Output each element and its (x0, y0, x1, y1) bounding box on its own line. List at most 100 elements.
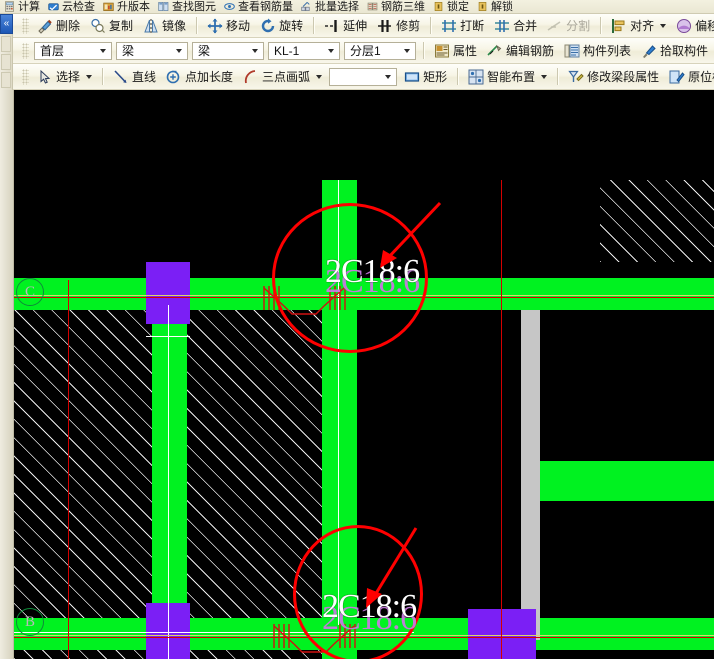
point-length-icon (166, 70, 180, 83)
pick-component-button[interactable]: 拾取构件 (637, 42, 712, 60)
calculator-icon (5, 1, 14, 12)
in-place-annotation-button[interactable]: 原位标注 (665, 68, 714, 86)
mirror-icon (144, 18, 158, 33)
chevron-down-icon[interactable] (541, 74, 548, 79)
floor-select[interactable]: 首层 (34, 41, 112, 60)
layer-select-value: 分层1 (350, 44, 381, 58)
move-button[interactable]: 移动 (203, 17, 254, 35)
chevron-down-icon[interactable] (172, 43, 185, 59)
copy-button[interactable]: 复制 (86, 17, 137, 35)
component-type-select[interactable]: 梁 (192, 41, 264, 60)
edit-rebar-button[interactable]: 编辑钢筋 (483, 42, 558, 60)
toolbar-item-cloud-check[interactable]: 云检查 (45, 0, 98, 13)
cloud-check-icon (48, 3, 59, 11)
toolbar-separator (430, 17, 432, 34)
line-tool-button[interactable]: 直线 (109, 68, 160, 86)
select-tool-button[interactable]: 选择 (33, 68, 96, 86)
toolbar-item-unlock[interactable]: 解锁 (474, 0, 516, 13)
button-label: 合并 (513, 18, 538, 33)
layer-select[interactable]: 分层1 (344, 41, 416, 60)
toolbar-separator (196, 17, 198, 34)
toolbar-item-label: 查看钢筋量 (238, 0, 293, 13)
split-button[interactable]: 分割 (543, 17, 594, 35)
chevron-down-icon[interactable] (316, 74, 323, 79)
chevron-down-icon[interactable] (86, 74, 93, 79)
button-label: 拾取构件 (660, 43, 709, 58)
component-list-button[interactable]: 构件列表 (560, 42, 635, 60)
edit-beam-segment-button[interactable]: 修改梁段属性 (564, 68, 663, 86)
toolbar-draw[interactable]: 选择 直线 点加长度 三点画弧 矩形 智能布置 修改梁段属性 原位 (0, 64, 714, 90)
toolbar-grip[interactable] (22, 68, 29, 85)
trim-button[interactable]: 修剪 (373, 17, 424, 35)
unlock-icon (478, 2, 487, 11)
toolbar-item-view-rebar-qty[interactable]: 查看钢筋量 (221, 0, 296, 13)
chevron-down-icon[interactable] (324, 43, 337, 59)
component-name-select[interactable]: KL-1 (268, 41, 340, 60)
break-icon (442, 19, 457, 32)
toolbar-component-context[interactable]: 首层 梁 梁 KL-1 分层1 属性 编辑钢筋 构件列表 拾取构件 (0, 38, 714, 64)
merge-button[interactable]: 合并 (490, 17, 541, 35)
left-dock-slot[interactable] (1, 36, 11, 52)
line-icon (114, 69, 127, 83)
button-label: 复制 (109, 18, 134, 33)
toolbar-item-rebar-3d[interactable]: 钢筋三维 (364, 0, 428, 13)
rebar-label-upper: 2C18:6 (325, 253, 420, 290)
beam-horizontal-right-stub[interactable] (536, 461, 714, 501)
component-type-value: 梁 (198, 44, 211, 58)
drawing-canvas[interactable]: 2C18:6 2C18:6 2C18:6 2C18:6 C B (0, 90, 714, 659)
toolbar-grip[interactable] (22, 17, 29, 34)
button-label: 分割 (566, 18, 591, 33)
component-name-value: KL-1 (274, 43, 300, 58)
rotate-icon (261, 18, 275, 32)
axis-bubble-label: B (24, 613, 35, 630)
rectangle-tool-button[interactable]: 矩形 (400, 68, 451, 86)
break-button[interactable]: 打断 (437, 17, 488, 35)
toolbar-item-label: 钢筋三维 (381, 0, 425, 13)
rotate-button[interactable]: 旋转 (256, 17, 307, 35)
chevron-down-icon[interactable] (96, 43, 109, 59)
button-label: 删除 (56, 18, 81, 33)
draw-mode-select[interactable] (329, 67, 398, 86)
wall-vertical-grey[interactable] (521, 310, 540, 640)
category-select[interactable]: 梁 (116, 41, 188, 60)
left-dock-slot[interactable] (1, 72, 11, 88)
chevron-down-icon[interactable] (400, 43, 413, 59)
chevron-left-icon: « (3, 18, 10, 29)
toolbar-item-upgrade[interactable]: 升版本 (100, 0, 153, 13)
toolbar-item-find-element[interactable]: 查找图元 (155, 0, 219, 13)
axis-line-vertical-1 (68, 280, 69, 659)
delete-button[interactable]: 删除 (33, 17, 84, 35)
axis-bubble-c[interactable]: C (16, 278, 44, 306)
extend-button[interactable]: 延伸 (320, 17, 371, 35)
toolbar-edit[interactable]: 删除 复制 镜像 移动 旋转 延伸 修剪 打断 合并 分割 对齐 偏 (0, 14, 714, 38)
properties-button[interactable]: 属性 (430, 42, 481, 60)
left-dock-rail[interactable] (0, 34, 13, 90)
chevron-down-icon[interactable] (248, 43, 261, 59)
split-icon (547, 20, 561, 31)
panel-collapse-toggle[interactable]: « (0, 14, 13, 34)
column-lower-right[interactable] (468, 609, 536, 659)
find-element-icon (158, 2, 169, 11)
offset-button[interactable]: 偏移 (672, 17, 714, 35)
left-dock-slot[interactable] (1, 54, 11, 70)
toolbar-item-calculate[interactable]: 计算 (1, 0, 43, 13)
button-label: 延伸 (343, 18, 368, 33)
smart-layout-button[interactable]: 智能布置 (464, 68, 551, 86)
chevron-down-icon[interactable] (660, 23, 667, 28)
toolbar-quick-access[interactable]: 计算 云检查 升版本 查找图元 查看钢筋量 批量选择 钢筋三维 锁定 解锁 (0, 0, 714, 14)
button-label: 移动 (226, 18, 251, 33)
align-icon (612, 18, 625, 33)
chevron-down-icon[interactable] (381, 69, 394, 85)
toolbar-item-batch-select[interactable]: 批量选择 (298, 0, 362, 13)
component-list-icon (564, 44, 580, 57)
properties-icon (435, 44, 449, 57)
point-length-tool-button[interactable]: 点加长度 (162, 68, 237, 86)
three-point-arc-button[interactable]: 三点画弧 (239, 68, 326, 86)
align-button[interactable]: 对齐 (607, 17, 670, 35)
mirror-button[interactable]: 镜像 (139, 17, 190, 35)
toolbar-item-lock[interactable]: 锁定 (430, 0, 472, 13)
toolbar-separator (423, 42, 424, 59)
button-label: 直线 (132, 69, 157, 84)
axis-bubble-b[interactable]: B (16, 608, 44, 636)
toolbar-grip[interactable] (22, 42, 29, 59)
